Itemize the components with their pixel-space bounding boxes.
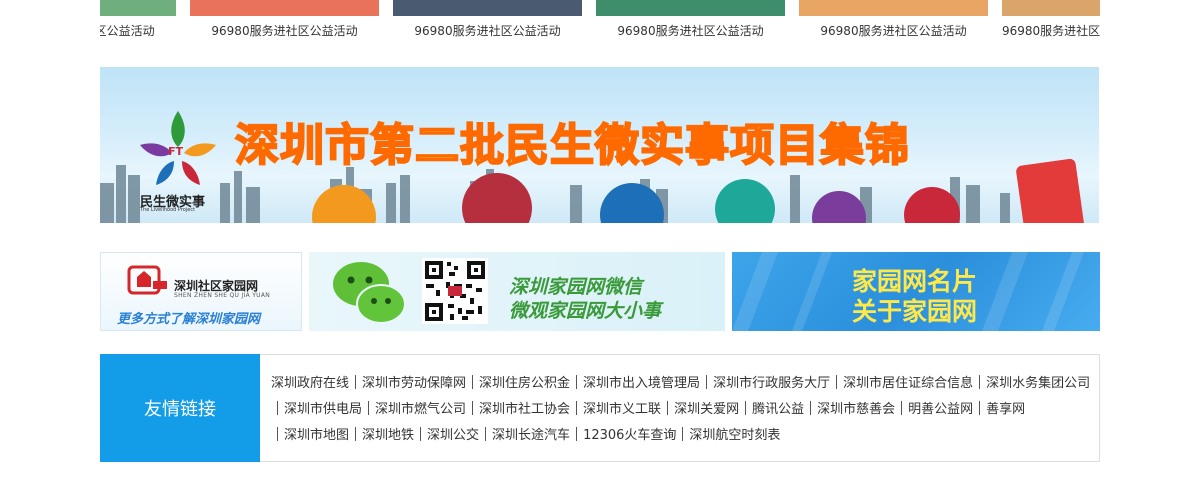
community-site-subtitle: SHEN ZHEN SHE QU JIA YUAN <box>174 292 271 299</box>
carousel-thumbnail[interactable] <box>393 0 582 16</box>
friend-link[interactable]: 深圳地铁 <box>349 428 414 443</box>
friend-link[interactable]: 深圳水务集团公司 <box>973 376 1090 391</box>
friend-link[interactable]: 深圳住房公积金 <box>466 376 570 391</box>
friend-link[interactable]: 善享网 <box>973 402 1025 417</box>
carousel-item[interactable]: 96980服务进社区公益活动 <box>100 0 176 38</box>
carousel-item[interactable]: 96980服务进社区公益活动 <box>1002 0 1100 38</box>
banner-title: 深圳市第二批民生微实事项目集锦 <box>234 119 910 172</box>
friend-link[interactable]: 深圳市社工协会 <box>466 402 570 417</box>
friend-link[interactable]: 深圳政府在线 <box>271 376 349 391</box>
friend-link[interactable]: 深圳公交 <box>414 428 479 443</box>
friend-link[interactable]: 深圳市居住证综合信息 <box>830 376 973 391</box>
livelihood-banner[interactable]: FT 民生微实事 The Livelihood Project 深圳市第二批民生… <box>100 67 1099 223</box>
carousel-caption[interactable]: 96980服务进社区公益活动 <box>393 24 582 38</box>
carousel-thumbnail[interactable] <box>1002 0 1100 16</box>
friend-link[interactable]: 深圳关爱网 <box>661 402 739 417</box>
friend-link[interactable]: 深圳市慈善会 <box>804 402 895 417</box>
carousel-caption[interactable]: 96980服务进社区公益活动 <box>1002 24 1100 38</box>
friend-link[interactable]: 深圳市地图 <box>271 428 349 443</box>
friend-link[interactable]: 深圳市义工联 <box>570 402 661 417</box>
carousel-caption[interactable]: 96980服务进社区公益活动 <box>799 24 988 38</box>
friend-link[interactable]: 深圳市燃气公司 <box>362 402 466 417</box>
friend-links-list: 深圳政府在线 深圳市劳动保障网 深圳住房公积金 深圳市出入境管理局 深圳市行政服务大厅深… <box>271 371 1091 449</box>
community-site-promo[interactable]: 深圳社区家园网 SHEN ZHEN SHE QU JIA YUAN 更多方式了解… <box>100 252 302 331</box>
activity-carousel: 96980服务进社区公益活动 96980服务进社区公益活动 96980服务进社区… <box>100 0 1100 48</box>
friend-link[interactable]: 深圳长途汽车 <box>479 428 570 443</box>
carousel-item[interactable]: 96980服务进社区公益活动 <box>190 0 379 38</box>
friend-link[interactable]: 深圳市行政服务大厅 <box>700 376 830 391</box>
carousel-item[interactable]: 96980服务进社区公益活动 <box>799 0 988 38</box>
friend-link[interactable]: 深圳市劳动保障网 <box>349 376 466 391</box>
friend-link[interactable]: 明善公益网 <box>895 402 973 417</box>
wechat-icon <box>333 262 406 324</box>
wechat-headline: 深圳家园网微信 <box>509 276 643 298</box>
carousel-item[interactable]: 96980服务进社区公益活动 <box>393 0 582 38</box>
carousel-thumbnail[interactable] <box>100 0 176 16</box>
wechat-subheadline: 微观家园网大小事 <box>509 300 662 322</box>
friend-link[interactable]: 深圳市出入境管理局 <box>570 376 700 391</box>
carousel-thumbnail[interactable] <box>596 0 785 16</box>
community-logo-icon <box>127 265 167 295</box>
carousel-thumbnail[interactable] <box>190 0 379 16</box>
wechat-promo[interactable]: 深圳家园网微信 微观家园网大小事 <box>309 252 725 331</box>
phone-hand-graphic <box>1015 158 1085 223</box>
carousel-thumbnail[interactable] <box>799 0 988 16</box>
community-site-slogan: 更多方式了解深圳家园网 <box>117 312 261 327</box>
business-card-promo[interactable]: 家园网名片 关于家园网 <box>732 252 1100 331</box>
carousel-caption[interactable]: 96980服务进社区公益活动 <box>100 24 176 38</box>
about-site-headline: 关于家园网 <box>852 297 978 326</box>
carousel-caption[interactable]: 96980服务进社区公益活动 <box>190 24 379 38</box>
friend-links-heading: 友情链接 <box>100 354 260 462</box>
carousel-item[interactable]: 96980服务进社区公益活动 <box>596 0 785 38</box>
friend-link[interactable]: 12306火车查询 <box>570 428 676 443</box>
qr-code-icon <box>422 258 488 324</box>
logo-subtext: The Livelihood Project <box>140 207 196 213</box>
friend-link[interactable]: 深圳市供电局 <box>271 402 362 417</box>
friend-link[interactable]: 深圳航空时刻表 <box>676 428 780 443</box>
friend-links-panel: 友情链接 深圳政府在线 深圳市劳动保障网 深圳住房公积金 深圳市出入境管理局 深圳市行政… <box>100 354 1100 462</box>
carousel-track: 96980服务进社区公益活动 96980服务进社区公益活动 96980服务进社区… <box>100 0 1100 38</box>
logo-badge: FT <box>168 145 184 158</box>
friend-link[interactable]: 腾讯公益 <box>739 402 804 417</box>
carousel-caption[interactable]: 96980服务进社区公益活动 <box>596 24 785 38</box>
